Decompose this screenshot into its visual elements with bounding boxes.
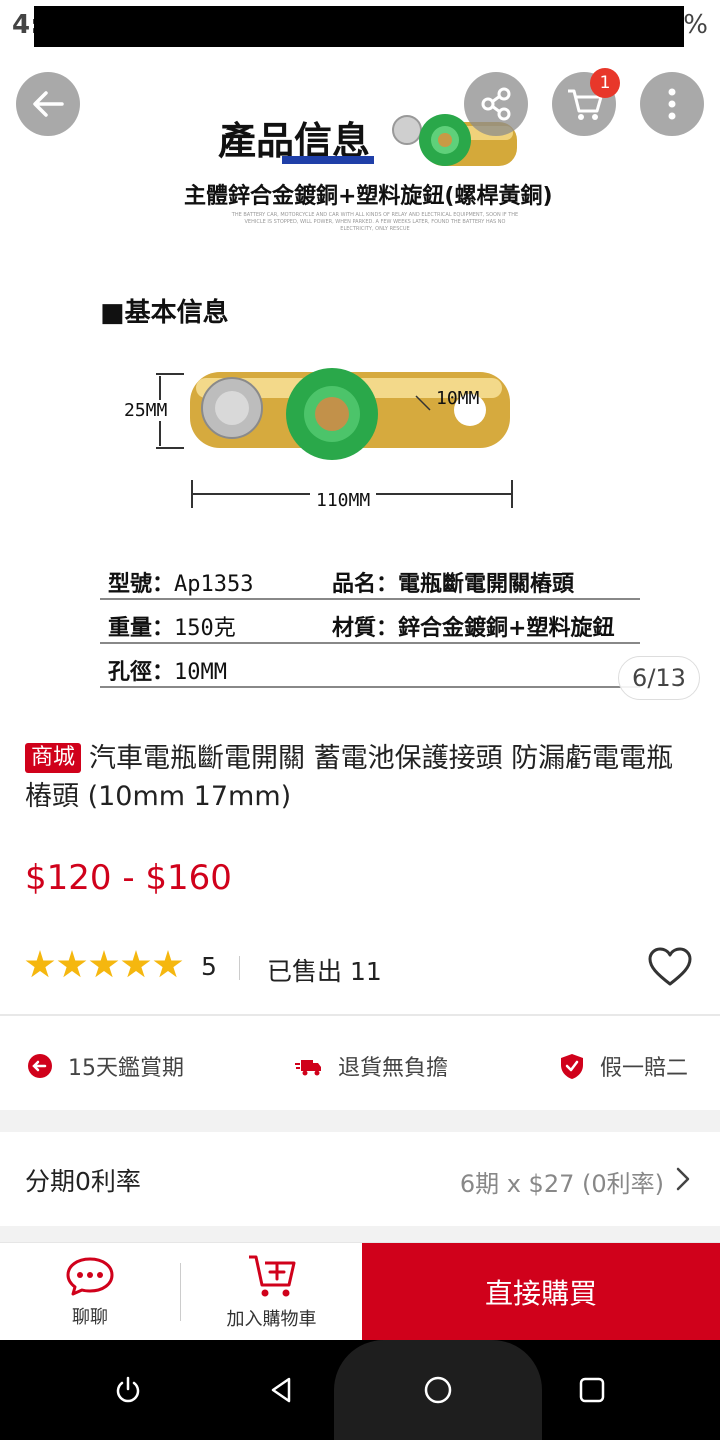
- spec-row: 重量：150克 材質：鋅合金鍍銅+塑料旋鈕: [100, 604, 640, 644]
- product-title: 商城 汽車電瓶斷電開關 蓄電池保護接頭 防漏虧電電瓶樁頭 (10mm 17mm): [25, 740, 695, 816]
- guarantee-label: 假一賠二: [600, 1056, 689, 1081]
- dimension-length-label: 110MM: [310, 490, 377, 511]
- guarantee-label: 15天鑑賞期: [68, 1056, 184, 1081]
- add-cart-label: 加入購物車: [226, 1309, 317, 1330]
- rating-count: 5: [201, 952, 217, 981]
- chat-button[interactable]: 聊聊: [0, 1243, 180, 1341]
- section-divider: [0, 1014, 720, 1016]
- section-gap: [0, 1226, 720, 1242]
- guarantee-label: 退貨無負擔: [338, 1056, 449, 1081]
- buy-now-button[interactable]: 直接購買: [362, 1243, 720, 1341]
- product-image-gallery[interactable]: 產品信息 主體鋅合金鍍銅+塑料旋鈕(螺桿黃銅) THE BATTERY CAR,…: [0, 52, 720, 712]
- share-button[interactable]: [464, 72, 528, 136]
- guarantee-return-period[interactable]: 15天鑑賞期: [26, 1048, 184, 1084]
- image-title-underline: [282, 156, 374, 164]
- star-icon: [89, 950, 119, 978]
- arrow-left-icon: [33, 91, 64, 117]
- star-icon: [25, 950, 55, 978]
- product-title-text: 汽車電瓶斷電開關 蓄電池保護接頭 防漏虧電電瓶樁頭 (10mm 17mm): [25, 743, 674, 812]
- product-price: $120 - $160: [25, 858, 232, 898]
- nav-back-button[interactable]: [262, 1370, 302, 1410]
- dimension-height-label: 25MM: [124, 400, 168, 421]
- guarantee-free-return[interactable]: 退貨無負擔: [292, 1048, 448, 1084]
- add-cart-icon: [248, 1255, 295, 1297]
- star-icon: [57, 950, 87, 978]
- spec-label: 孔徑：: [108, 660, 175, 685]
- system-nav-bar: [0, 1340, 720, 1440]
- status-redaction-bar: [34, 6, 684, 47]
- more-vertical-icon: [668, 88, 676, 120]
- spec-value: Ap1353: [174, 572, 254, 597]
- section-gap: [0, 1110, 720, 1132]
- installment-value: 6期 x $27 (0利率): [459, 1170, 664, 1198]
- star-icon: [153, 950, 183, 978]
- square-recents-icon: [579, 1377, 605, 1403]
- spec-label: 型號：: [108, 572, 175, 597]
- image-page-indicator: 6/13: [618, 656, 700, 700]
- spec-value: 電瓶斷電開關樁頭: [398, 572, 575, 597]
- back-button[interactable]: [16, 72, 80, 136]
- more-options-button[interactable]: [640, 72, 704, 136]
- image-subtitle: 主體鋅合金鍍銅+塑料旋鈕(螺桿黃銅): [184, 184, 553, 209]
- spec-label: 重量：: [108, 616, 175, 641]
- spec-row: 孔徑：10MM: [100, 648, 640, 688]
- triangle-back-icon: [271, 1377, 291, 1403]
- spec-value: 10MM: [174, 660, 227, 685]
- rating-divider: [239, 956, 240, 980]
- bottom-action-bar: 聊聊 加入購物車 直接購買: [0, 1242, 720, 1341]
- power-button[interactable]: [108, 1370, 148, 1410]
- installment-label: 分期0利率: [25, 1167, 141, 1196]
- rating-row[interactable]: 5 已售出 11: [25, 946, 695, 990]
- chat-icon: [66, 1257, 114, 1296]
- power-icon: [116, 1376, 140, 1403]
- spec-label: 品名：: [332, 572, 399, 597]
- cart-count-badge: 1: [590, 68, 620, 98]
- image-section-title: ■基本信息: [100, 298, 229, 328]
- truck-icon: [295, 1060, 321, 1076]
- sold-count: 已售出 11: [267, 957, 382, 986]
- chat-label: 聊聊: [72, 1307, 108, 1328]
- heart-icon[interactable]: [647, 946, 693, 988]
- star-icon: [121, 950, 151, 978]
- mall-badge: 商城: [25, 743, 82, 773]
- spec-label: 材質：: [332, 616, 399, 641]
- image-fine-print: THE BATTERY CAR, MOTORCYCLE AND CAR WITH…: [231, 212, 519, 232]
- circle-home-icon: [424, 1376, 452, 1404]
- share-icon: [481, 87, 511, 121]
- dimension-hole-label: 10MM: [436, 388, 480, 409]
- guarantee-authentic[interactable]: 假一賠二: [558, 1048, 688, 1084]
- status-bar: 4:49 ⚡☾ ◷⊖◔▮ 92%: [0, 0, 720, 52]
- cart-button[interactable]: 1: [552, 68, 620, 136]
- spec-value: 150克: [174, 616, 236, 641]
- add-to-cart-button[interactable]: 加入購物車: [181, 1243, 362, 1341]
- spec-row: 型號：Ap1353 品名：電瓶斷電開關樁頭: [100, 560, 640, 600]
- spec-value: 鋅合金鍍銅+塑料旋鈕: [398, 616, 615, 641]
- shield-check-icon: [561, 1054, 583, 1079]
- nav-recents-button[interactable]: [572, 1370, 612, 1410]
- chevron-right-icon: [676, 1167, 690, 1191]
- nav-home-button[interactable]: [418, 1370, 458, 1410]
- return-icon: [28, 1054, 52, 1078]
